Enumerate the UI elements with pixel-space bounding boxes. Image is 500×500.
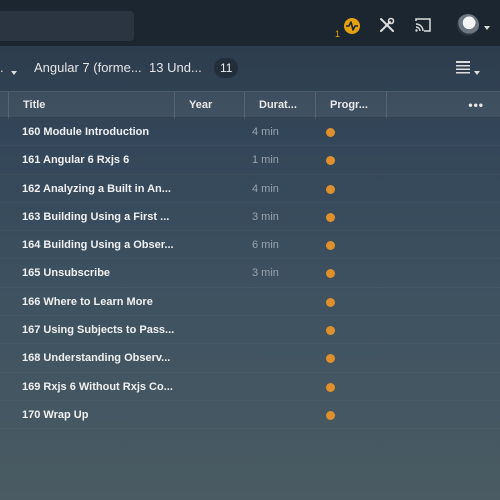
list-view-icon[interactable]: [456, 61, 470, 74]
row-duration: 3 min: [252, 210, 279, 223]
progress-dot: [326, 326, 335, 336]
row-duration: 4 min: [252, 182, 279, 195]
chevron-down-icon[interactable]: [10, 64, 18, 75]
breadcrumb-section[interactable]: 13 Und...: [149, 60, 202, 75]
table-row[interactable]: 165 Unsubscribe 3 min: [0, 259, 500, 287]
row-title: 160 Module Introduction: [22, 126, 150, 138]
tools-icon[interactable]: [378, 16, 396, 34]
row-title: 161 Angular 6 Rxjs 6: [22, 154, 130, 167]
progress-dot: [326, 269, 335, 279]
activity-button[interactable]: 1: [334, 16, 364, 40]
more-icon[interactable]: •••: [468, 92, 484, 118]
progress-dot: [326, 212, 335, 222]
column-header-title[interactable]: Title: [8, 92, 174, 119]
row-title: 165 Unsubscribe: [22, 267, 111, 280]
item-count-badge: 11: [214, 58, 239, 78]
table-row[interactable]: 170 Wrap Up: [0, 401, 500, 429]
breadcrumb-prefix[interactable]: .: [0, 60, 4, 75]
table-row[interactable]: 167 Using Subjects to Pass...: [0, 316, 500, 344]
table-row[interactable]: 160 Module Introduction 4 min: [0, 118, 500, 146]
breadcrumb-library[interactable]: Angular 7 (forme...: [34, 60, 142, 75]
progress-dot: [326, 297, 335, 307]
top-bar: 1: [0, 0, 500, 46]
progress-dot: [326, 241, 335, 251]
progress-dot: [326, 184, 335, 194]
table-row[interactable]: 163 Building Using a First ... 3 min: [0, 203, 500, 231]
library-toolbar: . Angular 7 (forme... 13 Und... 11: [0, 46, 500, 90]
table-row[interactable]: 164 Building Using a Obser... 6 min: [0, 231, 500, 259]
row-title: 170 Wrap Up: [22, 408, 89, 421]
table-row[interactable]: 169 Rxjs 6 Without Rxjs Co...: [0, 373, 500, 401]
progress-dot: [326, 410, 335, 420]
row-title: 167 Using Subjects to Pass...: [22, 324, 175, 337]
column-header-progress[interactable]: Progr...: [315, 92, 386, 119]
cast-icon[interactable]: [414, 17, 432, 33]
progress-dot: [326, 156, 335, 166]
avatar[interactable]: [457, 14, 479, 36]
table-header: Title Year Durat... Progr... •••: [0, 91, 500, 119]
episode-list: 160 Module Introduction 4 min 161 Angula…: [0, 118, 500, 429]
activity-icon: [344, 18, 360, 34]
table-row[interactable]: 162 Analyzing a Built in An... 4 min: [0, 175, 500, 203]
column-header-year[interactable]: Year: [174, 92, 244, 119]
column-header-duration[interactable]: Durat...: [244, 92, 315, 119]
column-options[interactable]: •••: [386, 92, 500, 119]
chevron-down-icon[interactable]: [482, 20, 492, 30]
table-row[interactable]: 168 Understanding Observ...: [0, 344, 500, 372]
row-duration: 1 min: [252, 154, 279, 167]
progress-dot: [326, 354, 335, 364]
row-title: 163 Building Using a First ...: [22, 210, 170, 223]
row-duration: 3 min: [252, 267, 279, 280]
row-title: 168 Understanding Observ...: [22, 352, 171, 365]
row-duration: 6 min: [252, 239, 279, 252]
table-row[interactable]: 166 Where to Learn More: [0, 288, 500, 316]
activity-count: 1: [335, 29, 341, 39]
row-title: 162 Analyzing a Built in An...: [22, 182, 171, 195]
row-duration: 4 min: [252, 126, 279, 138]
row-title: 169 Rxjs 6 Without Rxjs Co...: [22, 380, 173, 393]
search-input[interactable]: [0, 11, 134, 41]
progress-dot: [326, 382, 335, 392]
progress-dot: [326, 128, 335, 137]
table-row[interactable]: 161 Angular 6 Rxjs 6 1 min: [0, 146, 500, 174]
row-title: 164 Building Using a Obser...: [22, 239, 174, 252]
row-title: 166 Where to Learn More: [22, 295, 153, 308]
chevron-down-icon[interactable]: [473, 64, 481, 75]
